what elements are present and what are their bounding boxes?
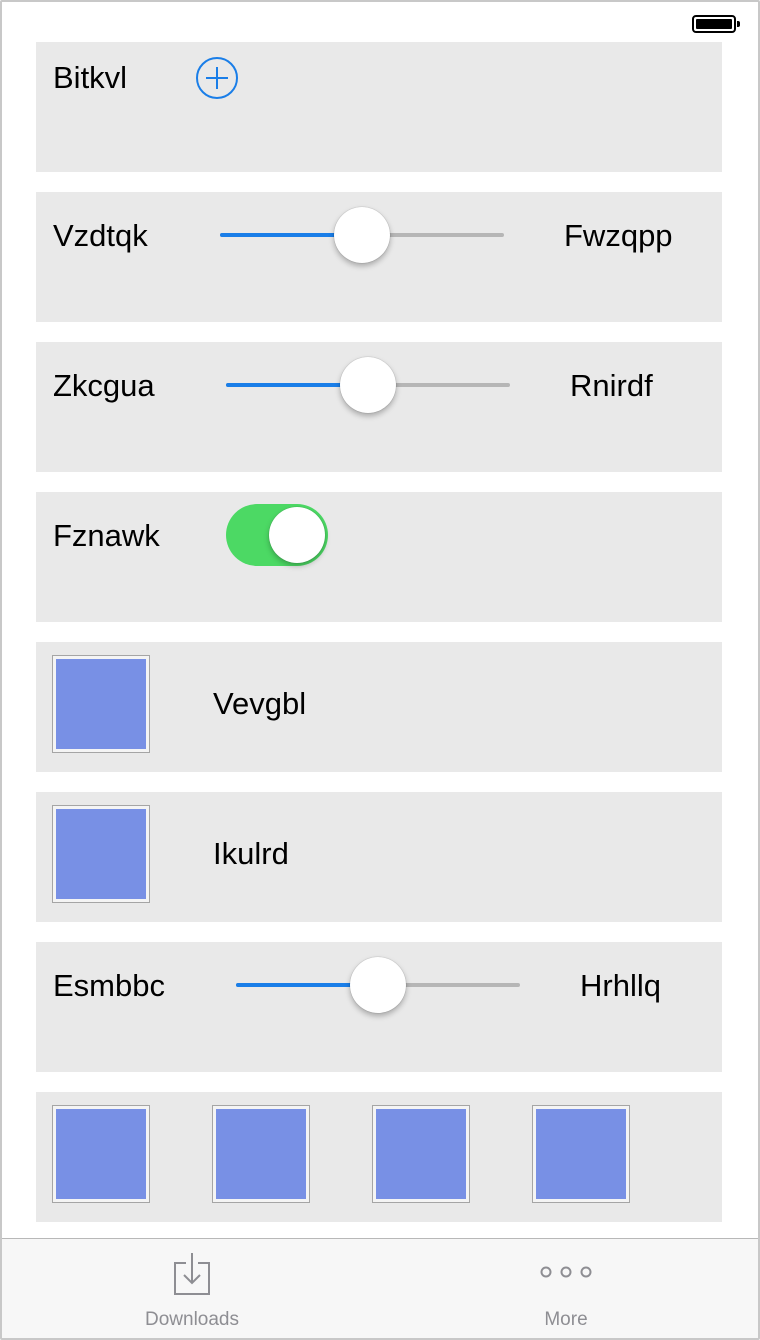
tab-downloads[interactable]: Downloads — [92, 1239, 292, 1338]
color-swatch[interactable] — [52, 805, 150, 903]
color-swatch-4[interactable] — [532, 1105, 630, 1203]
row-bitkvl: Bitkvl — [36, 42, 722, 172]
tab-more[interactable]: More — [466, 1239, 666, 1338]
color-swatch-3[interactable] — [372, 1105, 470, 1203]
tab-label: Downloads — [145, 1309, 239, 1330]
row-label: Ikulrd — [213, 836, 289, 871]
slider-vzdtqk[interactable] — [220, 205, 504, 265]
status-bar — [2, 2, 758, 42]
tab-bar: Downloads More — [2, 1238, 758, 1338]
more-dots-icon — [540, 1266, 592, 1278]
row-swatches — [36, 1092, 722, 1222]
slider-max-label: Hrhllq — [580, 968, 661, 1003]
slider-thumb[interactable] — [340, 357, 396, 413]
tab-label: More — [544, 1309, 588, 1330]
slider-max-label: Rnirdf — [570, 368, 653, 403]
color-swatch[interactable] — [52, 655, 150, 753]
slider-max-label: Fwzqpp — [564, 218, 673, 253]
slider-min-label: Vzdtqk — [53, 218, 148, 253]
battery-full-icon — [692, 15, 740, 33]
row-label: Vevgbl — [213, 686, 307, 721]
slider-esmbbc[interactable] — [236, 955, 520, 1015]
app-frame: Bitkvl Vzdtqk Fwzqpp Zkcgua Rnirdf Fznaw… — [0, 0, 760, 1340]
row-vevgbl: Vevgbl — [36, 642, 722, 772]
plus-circle-icon[interactable] — [196, 57, 238, 99]
slider-zkcgua[interactable] — [226, 355, 510, 415]
download-tray-icon — [174, 1253, 210, 1295]
slider-thumb[interactable] — [334, 207, 390, 263]
color-swatch-1[interactable] — [52, 1105, 150, 1203]
color-swatch-2[interactable] — [212, 1105, 310, 1203]
slider-thumb[interactable] — [350, 957, 406, 1013]
fznawk-toggle[interactable] — [226, 504, 328, 566]
row-label: Bitkvl — [53, 60, 128, 95]
row-esmbbc: Esmbbc Hrhllq — [36, 942, 722, 1072]
slider-min-label: Zkcgua — [53, 368, 155, 403]
slider-min-label: Esmbbc — [53, 968, 165, 1003]
row-zkcgua: Zkcgua Rnirdf — [36, 342, 722, 472]
row-vzdtqk: Vzdtqk Fwzqpp — [36, 192, 722, 322]
toggle-label: Fznawk — [53, 518, 160, 553]
row-fznawk: Fznawk — [36, 492, 722, 622]
row-ikulrd: Ikulrd — [36, 792, 722, 922]
